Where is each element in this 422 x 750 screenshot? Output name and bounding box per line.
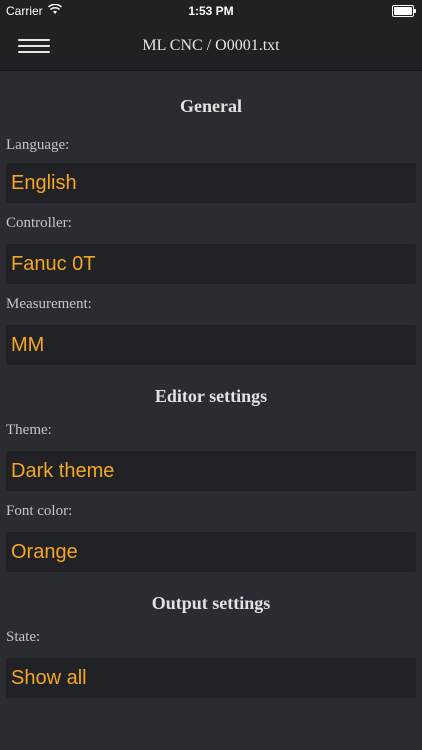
measurement-label: Measurement: (6, 296, 92, 312)
language-select[interactable]: English (6, 163, 416, 203)
font-color-label: Font color: (6, 503, 73, 519)
nav-bar: ML CNC / O0001.txt (0, 22, 422, 71)
nav-title: ML CNC / O0001.txt (142, 37, 280, 54)
hamburger-menu-icon[interactable] (18, 36, 52, 56)
controller-select[interactable]: Fanuc 0T (6, 244, 416, 284)
state-select[interactable]: Show all (6, 658, 416, 698)
font-color-select[interactable]: Orange (6, 532, 416, 572)
theme-select[interactable]: Dark theme (6, 451, 416, 491)
status-time: 1:53 PM (188, 4, 234, 18)
state-label: State: (6, 629, 41, 645)
controller-label: Controller: (6, 215, 72, 231)
status-bar: Carrier 1:53 PM (0, 0, 422, 22)
battery-icon (392, 5, 416, 17)
settings-content: General Language: English Controller: Fa… (0, 71, 422, 698)
language-label: Language: (6, 137, 70, 153)
measurement-select[interactable]: MM (6, 325, 416, 365)
theme-label: Theme: (6, 422, 52, 438)
